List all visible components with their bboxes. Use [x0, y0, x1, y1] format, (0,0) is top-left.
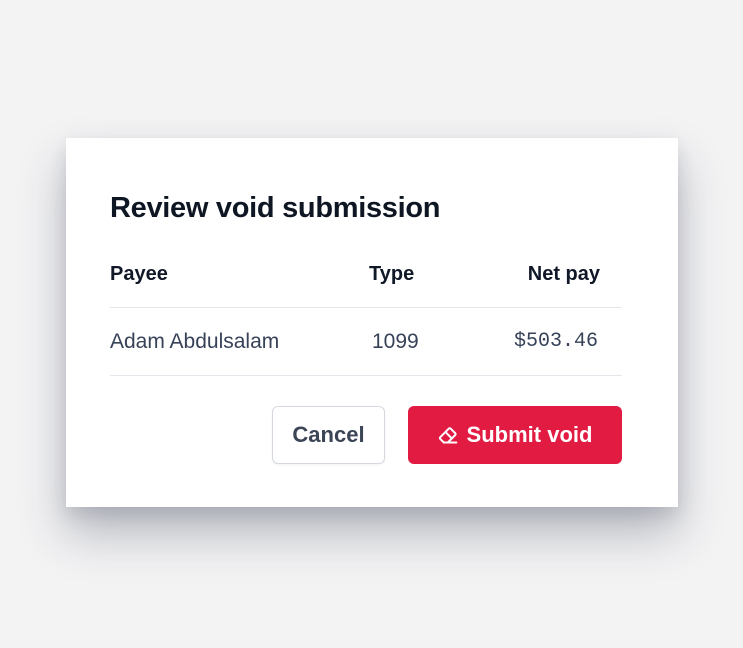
submit-void-button[interactable]: Submit void: [408, 406, 622, 464]
column-header-net-pay: Net pay: [527, 263, 600, 285]
type-cell: 1099: [372, 330, 419, 353]
submit-void-button-label: Submit void: [466, 422, 593, 447]
cancel-button-label: Cancel: [292, 422, 365, 447]
column-header-type: Type: [369, 263, 415, 285]
column-header-payee: Payee: [110, 263, 168, 285]
void-review-dialog: Review void submission Payee Type Net pa…: [66, 138, 678, 507]
net-pay-cell: $503.46: [513, 330, 598, 353]
table-row: Adam Abdulsalam 1099 $503.46: [110, 308, 622, 376]
void-summary-table: Payee Type Net pay Adam Abdulsalam 1099 …: [110, 248, 622, 376]
dialog-actions: Cancel Submit void: [272, 406, 622, 464]
payee-cell: Adam Abdulsalam: [110, 330, 280, 353]
eraser-icon: [438, 425, 458, 445]
cancel-button[interactable]: Cancel: [272, 406, 385, 464]
page-backdrop: Review void submission Payee Type Net pa…: [0, 0, 743, 648]
dialog-title: Review void submission: [110, 192, 441, 224]
table-header-row: Payee Type Net pay: [110, 248, 622, 308]
